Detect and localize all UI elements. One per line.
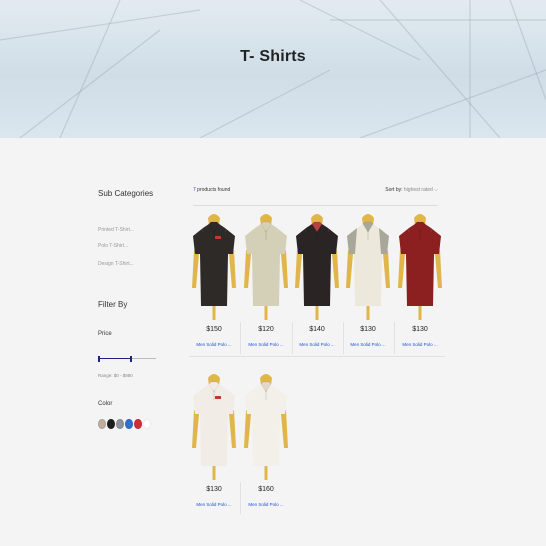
color-swatch[interactable] bbox=[98, 419, 106, 429]
raglan-tshirt-icon bbox=[346, 214, 390, 320]
product-name-link[interactable]: Men Solid Polo ... bbox=[241, 342, 291, 347]
price-range-text: Range: $0 - $980 bbox=[98, 373, 133, 378]
color-swatches bbox=[98, 419, 151, 429]
polo-tshirt-icon bbox=[192, 374, 236, 480]
results-toolbar: 7 products found Sort by: highest rated … bbox=[193, 187, 438, 197]
product-name-link[interactable]: Men Solid Polo ... bbox=[395, 342, 445, 347]
product-image[interactable] bbox=[343, 210, 393, 320]
sub-category-printed-tshirt[interactable]: Printed T-Shirt... bbox=[98, 227, 134, 233]
polo-tshirt-icon bbox=[244, 374, 288, 480]
product-card[interactable]: $120 Men Solid Polo ... bbox=[241, 210, 291, 356]
product-name-link[interactable]: Men Solid Polo ... bbox=[189, 502, 239, 507]
product-name-link[interactable]: Men Solid Polo ... bbox=[241, 502, 291, 507]
color-swatch[interactable] bbox=[143, 419, 151, 429]
color-swatch[interactable] bbox=[125, 419, 133, 429]
product-price: $120 bbox=[258, 326, 274, 333]
product-card[interactable]: $160 Men Solid Polo ... bbox=[241, 370, 291, 516]
color-swatch[interactable] bbox=[116, 419, 124, 429]
hero-banner: T- Shirts bbox=[0, 0, 546, 138]
sort-value: highest rated ⌵ bbox=[403, 187, 438, 193]
color-swatch[interactable] bbox=[107, 419, 115, 429]
product-image[interactable] bbox=[189, 370, 239, 480]
polo-tshirt-icon bbox=[398, 214, 442, 320]
price-range-slider[interactable] bbox=[98, 356, 156, 362]
product-image[interactable] bbox=[241, 370, 291, 480]
row-divider bbox=[189, 356, 445, 357]
hero-background-graphic bbox=[0, 0, 546, 138]
product-card[interactable]: $140 Men Solid Polo ... bbox=[292, 210, 342, 356]
slider-min-handle[interactable] bbox=[98, 356, 100, 362]
sub-category-polo-tshirt[interactable]: Polo T-Shirt... bbox=[98, 243, 128, 249]
sort-dropdown[interactable]: Sort by: highest rated ⌵ bbox=[385, 187, 438, 193]
product-card[interactable]: $130 Men Solid Polo ... bbox=[395, 210, 445, 356]
product-card[interactable]: $150 Men Solid Polo ... bbox=[189, 210, 239, 356]
sub-categories-heading: Sub Categories bbox=[98, 189, 154, 198]
product-image[interactable] bbox=[292, 210, 342, 320]
products-found: 7 products found bbox=[193, 187, 230, 193]
product-price: $130 bbox=[206, 486, 222, 493]
product-image[interactable] bbox=[189, 210, 239, 320]
product-price: $130 bbox=[412, 326, 428, 333]
products-found-label: products found bbox=[195, 187, 231, 193]
product-card[interactable]: $130 Men Solid Polo ... bbox=[343, 210, 393, 356]
product-name-link[interactable]: Men Solid Polo ... bbox=[189, 342, 239, 347]
color-swatch[interactable] bbox=[134, 419, 142, 429]
color-label: Color bbox=[98, 401, 113, 407]
product-name-link[interactable]: Men Solid Polo ... bbox=[343, 342, 393, 347]
slider-fill bbox=[98, 358, 132, 359]
product-price: $150 bbox=[206, 326, 222, 333]
polo-tshirt-icon bbox=[295, 214, 339, 320]
product-image[interactable] bbox=[241, 210, 291, 320]
sub-category-design-tshirt[interactable]: Design T-Shirt... bbox=[98, 261, 134, 267]
product-price: $160 bbox=[258, 486, 274, 493]
product-image[interactable] bbox=[395, 210, 445, 320]
polo-tshirt-icon bbox=[244, 214, 288, 320]
slider-max-handle[interactable] bbox=[130, 356, 132, 362]
product-card[interactable]: $130 Men Solid Polo ... bbox=[189, 370, 239, 516]
toolbar-divider bbox=[193, 205, 438, 206]
product-price: $130 bbox=[360, 326, 376, 333]
price-label: Price bbox=[98, 331, 112, 337]
polo-tshirt-icon bbox=[192, 214, 236, 320]
page-title: T- Shirts bbox=[240, 48, 306, 65]
sort-label: Sort by: bbox=[385, 187, 404, 193]
product-name-link[interactable]: Men Solid Polo ... bbox=[292, 342, 342, 347]
filter-by-heading: Filter By bbox=[98, 300, 128, 309]
product-price: $140 bbox=[309, 326, 325, 333]
